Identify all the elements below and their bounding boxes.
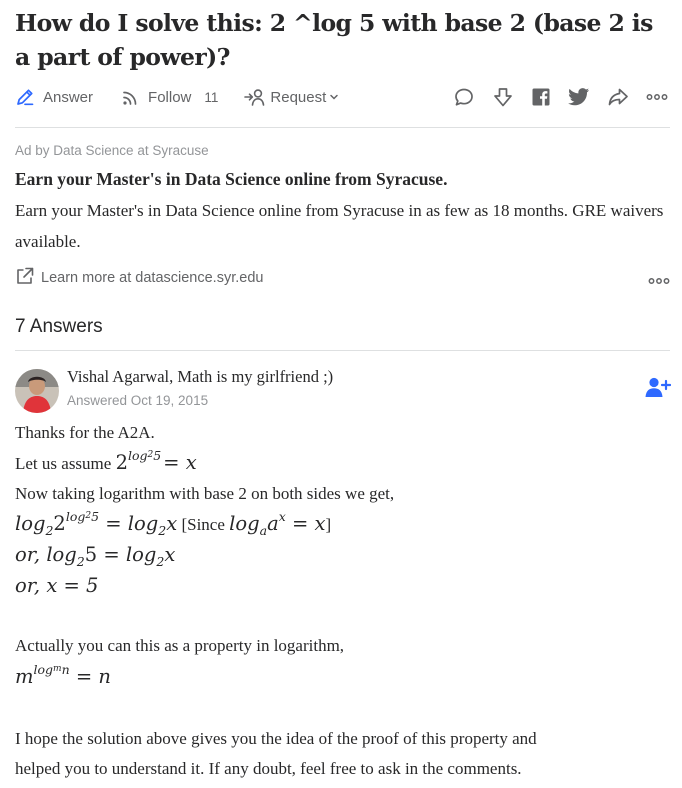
math-or-log2-5-equals-log2-x: or, log25 = log2x xyxy=(15,543,176,569)
avatar[interactable] xyxy=(15,369,59,413)
divider xyxy=(15,127,670,128)
facebook-icon[interactable] xyxy=(531,87,551,107)
since-close: ] xyxy=(325,515,332,534)
question-share-icons xyxy=(436,84,668,110)
twitter-icon[interactable] xyxy=(568,87,590,107)
request-button[interactable]: Request xyxy=(244,87,339,107)
math-m-log-m-n-equals-n: mlogmn = n xyxy=(15,662,111,688)
ad-link-label: Learn more at datascience.syr.edu xyxy=(41,270,264,286)
pencil-icon xyxy=(15,87,35,107)
math-loga-a-x: logaax = x xyxy=(229,509,326,538)
answer-line-2: Let us assume 2log25 = x xyxy=(15,448,675,474)
divider xyxy=(15,350,670,351)
answer-line-9: I hope the solution above gives you the … xyxy=(15,729,537,748)
add-user-icon[interactable] xyxy=(645,376,672,403)
external-link-icon xyxy=(15,266,35,290)
answer-line-8: mlogmn = n xyxy=(15,662,675,688)
ad-more-icon[interactable] xyxy=(648,272,670,290)
request-label: Request xyxy=(270,88,327,106)
comment-icon[interactable] xyxy=(453,86,475,108)
answers-count-header: 7 Answers xyxy=(15,316,103,337)
page: How do I solve this: 2 ^log 5 with base … xyxy=(0,0,682,788)
answer-line-5: or, log25 = log2x xyxy=(15,543,675,569)
ad-headline[interactable]: Earn your Master's in Data Science onlin… xyxy=(15,167,447,191)
math-log2-of-power: log22log25 = log2x xyxy=(15,509,178,538)
answer-line-7: Actually you can this as a property in l… xyxy=(15,636,345,655)
answer-label: Answer xyxy=(43,88,94,106)
ad-label: Ad by Data Science at Syracuse xyxy=(15,143,209,158)
follow-count: 11 xyxy=(204,89,219,105)
since-open: [Since xyxy=(177,515,230,534)
more-icon[interactable] xyxy=(646,93,668,101)
rss-follow-icon xyxy=(121,87,141,107)
share-icon[interactable] xyxy=(607,86,629,108)
chevron-down-icon xyxy=(329,92,339,102)
answer-author[interactable]: Vishal Agarwal, Math is my girlfriend ;) xyxy=(67,367,333,387)
answer-line-3: Now taking logarithm with base 2 on both… xyxy=(15,484,395,503)
follow-label: Follow xyxy=(148,88,192,106)
answer-line-2-text: Let us assume xyxy=(15,454,116,473)
follow-button[interactable]: Follow 11 xyxy=(121,87,218,107)
ad-learn-more-link[interactable]: Learn more at datascience.syr.edu xyxy=(15,266,263,290)
answer-button[interactable]: Answer xyxy=(15,87,93,107)
answer-date[interactable]: Answered Oct 19, 2015 xyxy=(67,393,208,408)
downvote-icon[interactable] xyxy=(492,86,514,108)
answer-line-10: helped you to understand it. If any doub… xyxy=(15,759,522,778)
ad-body[interactable]: Earn your Master's in Data Science onlin… xyxy=(15,195,677,257)
person-arrow-icon xyxy=(244,87,266,107)
math-2-log2-5-equals-x: 2log25 = x xyxy=(115,448,197,474)
answer-line-1: Thanks for the A2A. xyxy=(15,423,155,442)
math-or-x-equals-5: or, x = 5 xyxy=(15,574,99,597)
question-action-bar: Answer Follow 11 Request xyxy=(15,84,670,110)
answer-line-6: or, x = 5 xyxy=(15,574,675,597)
answer-line-4: log22log25 = log2x [Since logaax = x] xyxy=(15,509,675,538)
question-title[interactable]: How do I solve this: 2 ^log 5 with base … xyxy=(15,6,670,74)
